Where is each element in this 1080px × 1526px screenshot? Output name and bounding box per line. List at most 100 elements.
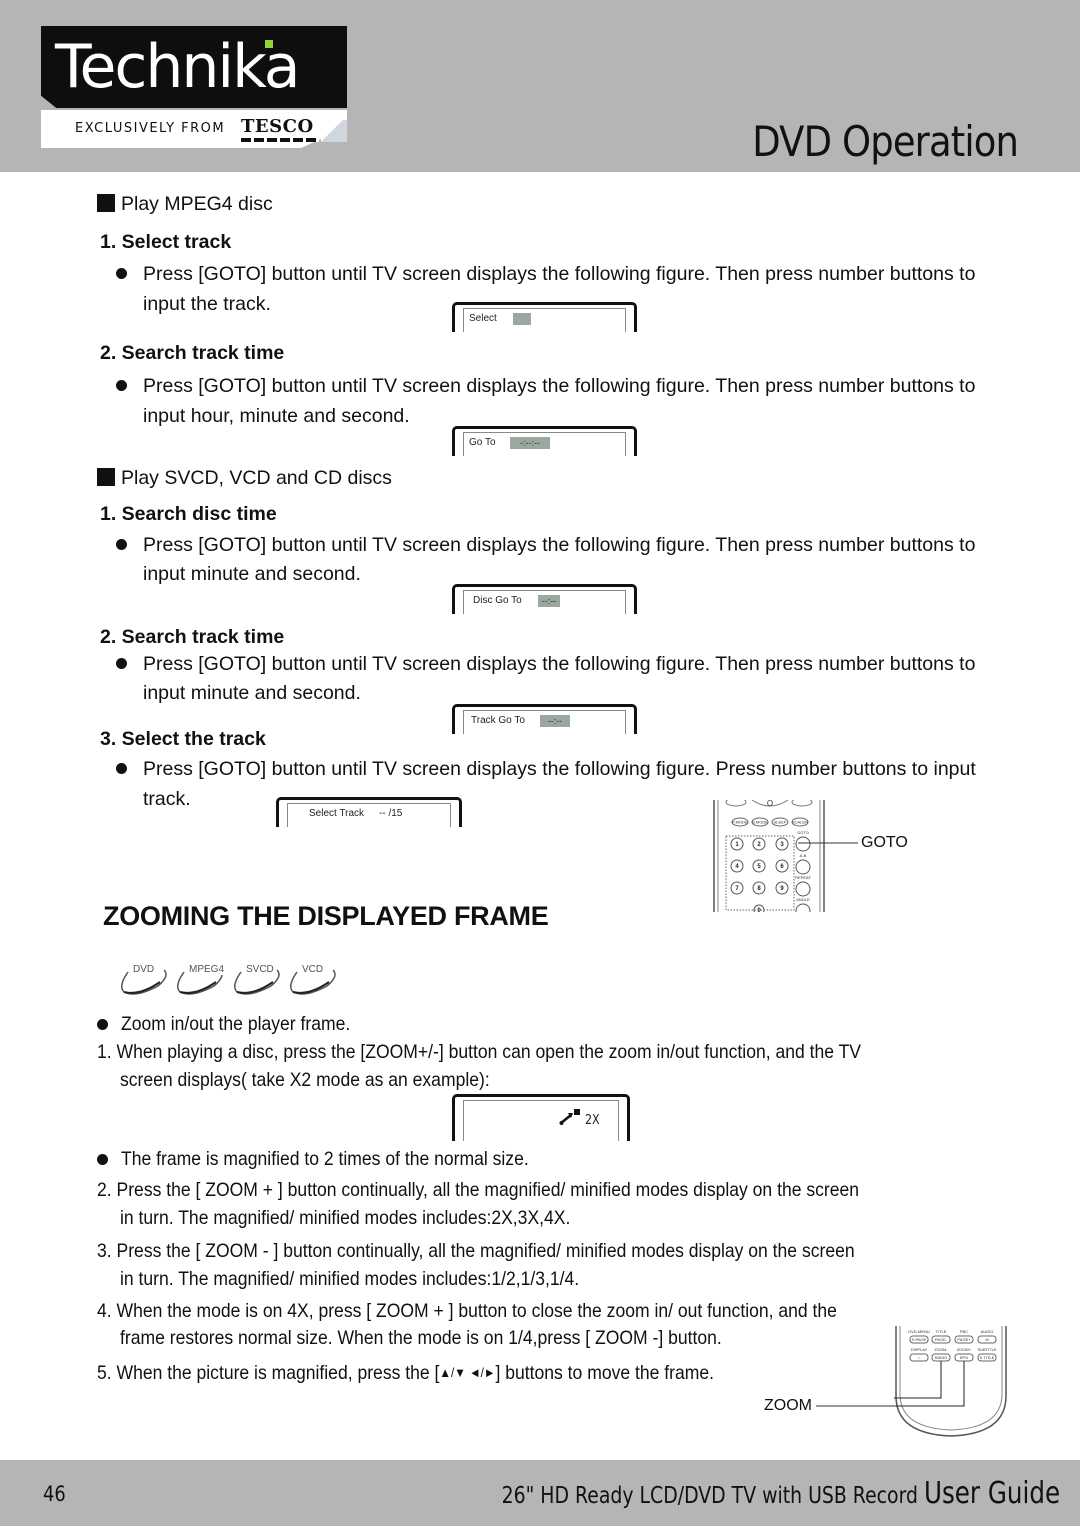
logo-brand: Technika [55,32,301,102]
zoom-item-2: 2. Press the [ ZOOM + ] button continual… [97,1179,860,1201]
step-text: track. [143,788,191,810]
remote-control-goto-diagram: O P.MODE S.MODE SLEEP SCALER 1 2 3 4 5 6… [713,800,825,912]
svg-text:ZOOM-: ZOOM- [934,1347,948,1352]
logo-tagline: EXCLUSIVELY FROM [75,121,226,136]
zoom-bullet-text: Zoom in/out the player frame. [121,1013,351,1035]
svg-text:ZOOM+: ZOOM+ [957,1347,972,1352]
step-text: input minute and second. [143,682,361,704]
osd-label: Track Go To [471,715,525,726]
zoom-item-3-cont: in turn. The magnified/ minified modes i… [120,1268,580,1290]
svg-text:RADIO: RADIO [935,1355,948,1360]
goto-callout-label: GOTO [861,834,908,851]
svg-text:5: 5 [757,864,761,870]
step-title: 3. Select the track [100,728,266,750]
osd-label: Select [469,313,497,324]
zoom-bullet-text: The frame is magnified to 2 times of the… [121,1148,529,1170]
arrow-keys-icon: ▲/▼ ◄/► [439,1365,496,1380]
technika-logo: Technika EXCLUSIVELY FROM TESCO [41,26,347,148]
svg-text:7: 7 [735,886,739,892]
osd-zoom-value: 2X [585,1113,600,1128]
zoom-callout-line [816,1405,896,1407]
svcd-heading-text: Play SVCD, VCD and CD discs [121,467,392,489]
osd-field: --:-- [538,595,560,607]
step-text: input hour, minute and second. [143,405,410,427]
bullet-icon [116,268,127,279]
mpeg4-heading: Play MPEG4 disc [97,193,273,215]
step-title: 1. Search disc time [100,503,277,525]
zoom-item-5-text: 5. When the picture is magnified, press … [97,1362,440,1384]
mpeg4-heading-text: Play MPEG4 disc [121,193,273,215]
svg-text:3: 3 [780,842,784,848]
disc-type-label: VCD [301,964,325,975]
square-bullet-icon [97,468,115,486]
remote-control-zoom-diagram: DVD-MENU TITLE PBC AUDIO S.PAGE PAGE- PAGE+… [894,1326,1007,1437]
svcd-heading: Play SVCD, VCD and CD discs [97,467,392,489]
zoom-item-1-cont: screen displays( take X2 mode as an exam… [120,1069,490,1091]
step-text: input the track. [143,293,271,315]
zoom-item-4-cont: frame restores normal size. When the mod… [120,1327,722,1349]
svg-text:1: 1 [735,842,739,848]
svg-text:2: 2 [757,842,761,848]
svg-text:i: i [919,1355,920,1360]
bullet-icon [97,1154,108,1165]
osd-disc-goto: Disc Go To --:-- [452,584,637,614]
disc-type-svcd-icon: SVCD [231,962,283,998]
osd-select: Select [452,302,637,332]
svg-text:ANGLE: ANGLE [796,897,810,902]
doc-type: User Guide [923,1476,1060,1511]
page-footer: 46 26" HD Ready LCD/DVD TV with USB Reco… [0,1460,1080,1526]
svg-text:PAGE-: PAGE- [935,1337,948,1342]
osd-label: Select Track [309,808,365,819]
svg-text:S.MODE: S.MODE [752,820,768,825]
svg-text:PBC: PBC [960,1329,968,1334]
svg-text:S.TITLE: S.TITLE [980,1355,995,1360]
svg-text:O: O [767,800,773,808]
svg-text:A-B: A-B [800,853,807,858]
step-text: Press [GOTO] button until TV screen disp… [143,758,976,780]
svg-text:SLEEP: SLEEP [774,820,787,825]
step-title: 1. Select track [100,231,232,253]
bullet-icon [116,380,127,391]
disc-type-label: SVCD [245,964,275,975]
osd-track-count: -- /15 [379,808,403,819]
osd-zoom-2x: 2X [452,1094,630,1141]
zoom-callout-label: ZOOM [764,1397,812,1414]
osd-select-track: Select Track -- /15 [276,797,462,827]
disc-type-label: MPEG4 [188,964,226,975]
svg-text:DISPLAY: DISPLAY [911,1347,928,1352]
svg-text:PAGE+: PAGE+ [957,1337,971,1342]
page-curl-icon [321,120,347,142]
svg-text:REPEAT: REPEAT [795,875,811,880]
svg-text:SUBTITLE: SUBTITLE [977,1347,996,1352]
svg-text:9: 9 [780,886,784,892]
svg-text:EPG: EPG [960,1355,968,1360]
svg-text:P.MODE: P.MODE [732,820,748,825]
step-text: Press [GOTO] button until TV screen disp… [143,375,976,397]
step-text: Press [GOTO] button until TV screen disp… [143,534,976,556]
step-title: 2. Search track time [100,342,285,364]
page-header: Technika EXCLUSIVELY FROM TESCO DVD Oper… [0,0,1080,172]
footer-title: 26" HD Ready LCD/DVD TV with USB Record … [501,1476,1060,1511]
step-text: Press [GOTO] button until TV screen disp… [143,263,976,285]
svg-text:AUDIO: AUDIO [981,1329,994,1334]
zoom-item-5: 5. When the picture is magnified, press … [97,1362,714,1384]
svg-text:S.PAGE: S.PAGE [912,1337,927,1342]
svg-text:TITLE: TITLE [936,1329,947,1334]
step-text: input minute and second. [143,563,361,585]
tesco-stripes [241,138,319,142]
bullet-icon [116,658,127,669]
zoom-item-3: 3. Press the [ ZOOM - ] button continual… [97,1240,855,1262]
disc-type-vcd-icon: VCD [287,962,339,998]
step-title: 2. Search track time [100,626,285,648]
square-bullet-icon [97,194,115,212]
osd-field [513,313,531,325]
svg-text:8: 8 [757,886,761,892]
bullet-icon [116,539,127,550]
osd-label: Go To [469,437,496,448]
svg-text:DVD-MENU: DVD-MENU [908,1329,930,1334]
zoom-item-4: 4. When the mode is on 4X, press [ ZOOM … [97,1300,837,1322]
disc-type-label: DVD [132,964,156,975]
zoom-item-2-cont: in turn. The magnified/ minified modes i… [120,1207,571,1229]
svg-text:4: 4 [735,864,739,870]
zoom-item-1: 1. When playing a disc, press the [ZOOM+… [97,1041,862,1063]
